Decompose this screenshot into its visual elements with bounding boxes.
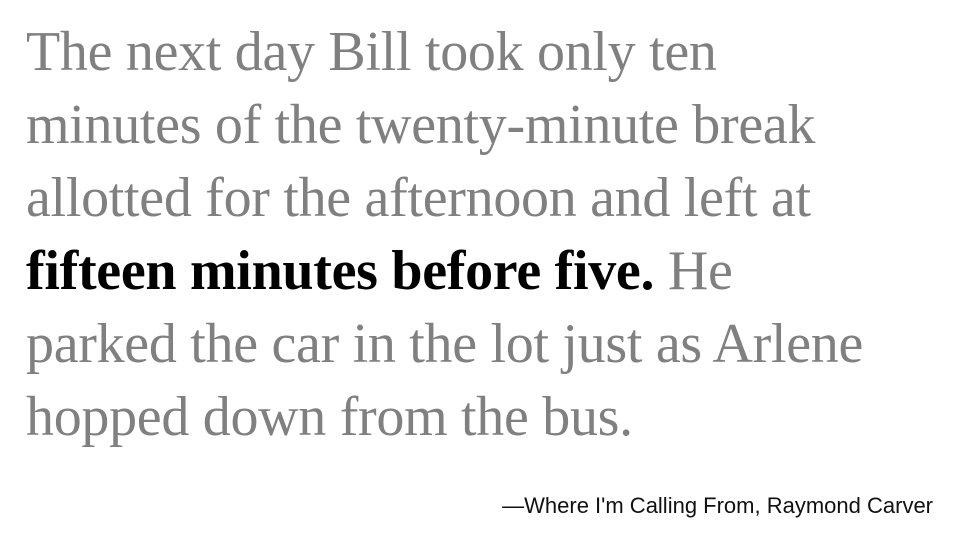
quote-line-3: allotted for the afternoon and left at — [26, 167, 811, 229]
quote-line-4-rest: He — [654, 240, 733, 302]
quote-attribution: —Where I'm Calling From, Raymond Carver — [502, 493, 933, 518]
quote-line-2: minutes of the twenty-minute break — [26, 94, 816, 156]
quote-line-4: fifteen minutes before five. He — [26, 235, 941, 308]
quote-passage: The next day Bill took only ten minutes … — [26, 16, 941, 454]
quote-line-1: The next day Bill took only ten — [26, 21, 717, 83]
quote-line-5: parked the car in the lot just as Arlene — [26, 313, 864, 375]
quote-line-6: hopped down from the bus. — [26, 386, 633, 448]
highlighted-phrase: fifteen minutes before five. — [26, 240, 655, 302]
